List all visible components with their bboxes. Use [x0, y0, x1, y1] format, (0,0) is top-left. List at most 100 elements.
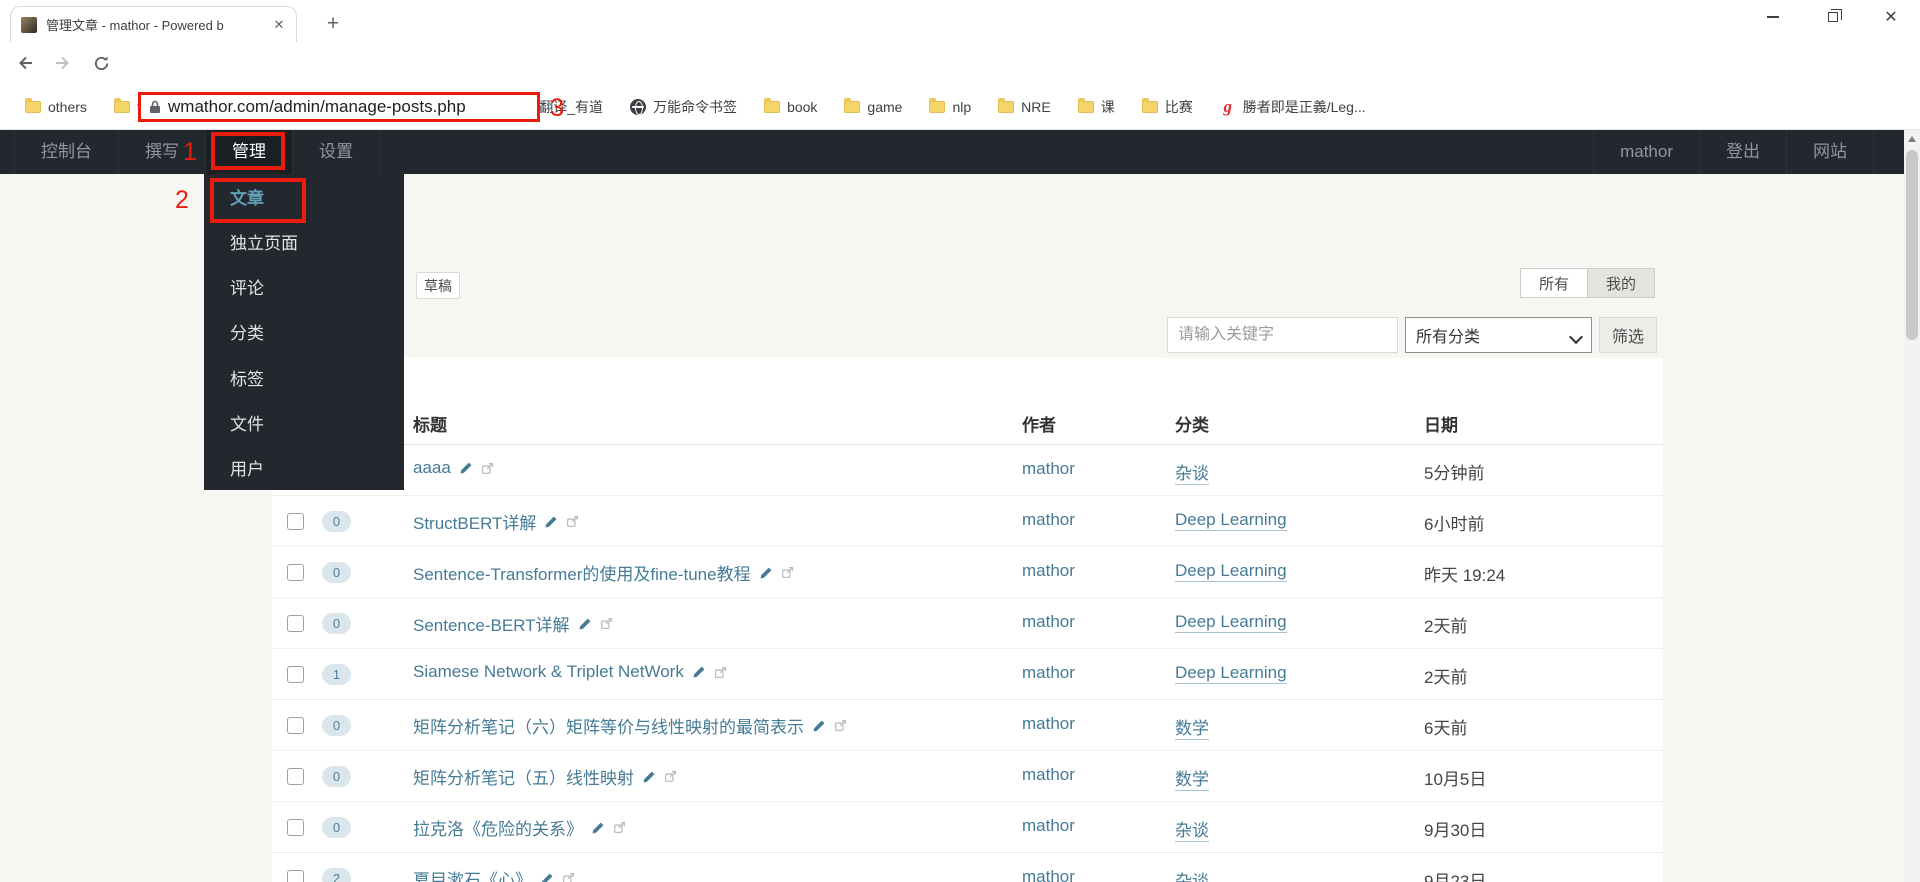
- external-link-icon[interactable]: [566, 515, 579, 528]
- draft-button[interactable]: 草稿: [416, 272, 460, 299]
- category-link[interactable]: Deep Learning: [1175, 561, 1287, 582]
- row-checkbox[interactable]: [287, 768, 304, 785]
- forward-icon[interactable]: [50, 50, 76, 76]
- admin-nav-item[interactable]: 登出: [1700, 130, 1787, 174]
- edit-icon[interactable]: [544, 515, 558, 529]
- external-link-icon[interactable]: [781, 566, 794, 579]
- dropdown-item[interactable]: 用户: [204, 445, 404, 490]
- comment-count-badge[interactable]: 1: [322, 664, 351, 685]
- filter-button[interactable]: 筛选: [1599, 317, 1657, 353]
- post-title-link[interactable]: Sentence-Transformer的使用及fine-tune教程: [413, 560, 751, 585]
- dropdown-item[interactable]: 文件: [204, 400, 404, 445]
- edit-icon[interactable]: [812, 719, 826, 733]
- post-title-link[interactable]: aaaa: [413, 458, 451, 478]
- keyword-search-input[interactable]: [1167, 317, 1398, 353]
- category-link[interactable]: 杂谈: [1175, 816, 1209, 842]
- bookmark-item[interactable]: others: [25, 97, 87, 115]
- dropdown-item[interactable]: 评论: [204, 264, 404, 309]
- post-title-link[interactable]: Sentence-BERT详解: [413, 611, 570, 636]
- external-link-icon[interactable]: [834, 719, 847, 732]
- row-checkbox[interactable]: [287, 717, 304, 734]
- edit-icon[interactable]: [459, 461, 473, 475]
- bookmark-item[interactable]: game: [844, 97, 902, 115]
- browser-tab[interactable]: 管理文章 - mathor - Powered b ✕: [10, 6, 297, 42]
- new-tab-button[interactable]: +: [320, 12, 346, 38]
- comment-count-badge[interactable]: 0: [322, 715, 351, 736]
- comment-count-badge[interactable]: 0: [322, 613, 351, 634]
- author-link[interactable]: mathor: [1022, 510, 1075, 530]
- comment-count-badge[interactable]: 0: [322, 511, 351, 532]
- comment-count-badge[interactable]: 0: [322, 817, 351, 838]
- post-title-link[interactable]: 夏目漱石《心》: [413, 866, 532, 882]
- scope-all-button[interactable]: 所有: [1520, 268, 1588, 298]
- category-link[interactable]: 数学: [1175, 765, 1209, 791]
- post-title-link[interactable]: 矩阵分析笔记（五）线性映射: [413, 764, 634, 789]
- admin-nav-item[interactable]: 控制台: [14, 130, 119, 174]
- row-checkbox[interactable]: [287, 819, 304, 836]
- author-link[interactable]: mathor: [1022, 714, 1075, 734]
- admin-nav-item[interactable]: mathor: [1593, 130, 1700, 174]
- dropdown-item[interactable]: 标签: [204, 355, 404, 400]
- external-link-icon[interactable]: [714, 666, 727, 679]
- scrollbar-up-arrow[interactable]: [1908, 136, 1916, 142]
- scope-mine-button[interactable]: 我的: [1587, 268, 1656, 298]
- back-icon[interactable]: [12, 50, 38, 76]
- row-checkbox[interactable]: [287, 615, 304, 632]
- author-link[interactable]: mathor: [1022, 459, 1075, 479]
- edit-icon[interactable]: [540, 872, 554, 882]
- edit-icon[interactable]: [578, 617, 592, 631]
- category-link[interactable]: Deep Learning: [1175, 663, 1287, 684]
- tab-close-icon[interactable]: ✕: [270, 16, 288, 34]
- edit-icon[interactable]: [759, 566, 773, 580]
- bookmark-item[interactable]: NRE: [998, 97, 1051, 115]
- row-checkbox[interactable]: [287, 666, 304, 683]
- url-annotation-box[interactable]: wmathor.com/admin/manage-posts.php: [138, 92, 540, 122]
- row-checkbox[interactable]: [287, 564, 304, 581]
- window-restore-button[interactable]: [1810, 0, 1856, 34]
- category-link[interactable]: Deep Learning: [1175, 612, 1287, 633]
- bookmark-item[interactable]: 比赛: [1141, 97, 1193, 117]
- scrollbar-thumb[interactable]: [1906, 150, 1918, 340]
- bookmark-item[interactable]: 万能命令书签: [630, 97, 737, 117]
- edit-icon[interactable]: [642, 770, 656, 784]
- edit-icon[interactable]: [591, 821, 605, 835]
- category-link[interactable]: 数学: [1175, 714, 1209, 740]
- comment-count-badge[interactable]: 0: [322, 766, 351, 787]
- external-link-icon[interactable]: [600, 617, 613, 630]
- comment-count-badge[interactable]: 2: [322, 868, 351, 882]
- category-select[interactable]: 所有分类: [1405, 317, 1592, 353]
- author-link[interactable]: mathor: [1022, 765, 1075, 785]
- author-link[interactable]: mathor: [1022, 561, 1075, 581]
- external-link-icon[interactable]: [562, 872, 575, 882]
- row-checkbox[interactable]: [287, 870, 304, 882]
- author-link[interactable]: mathor: [1022, 612, 1075, 632]
- window-minimize-button[interactable]: [1750, 0, 1796, 34]
- window-close-button[interactable]: ✕: [1868, 0, 1914, 34]
- bookmark-item[interactable]: book: [764, 97, 817, 115]
- post-title-link[interactable]: 拉克洛《危险的关系》: [413, 815, 583, 840]
- category-link[interactable]: 杂谈: [1175, 867, 1209, 882]
- comment-count-badge[interactable]: 0: [322, 562, 351, 583]
- author-link[interactable]: mathor: [1022, 816, 1075, 836]
- bookmark-item[interactable]: nlp: [929, 97, 971, 115]
- edit-icon[interactable]: [692, 665, 706, 679]
- reload-icon[interactable]: [88, 50, 114, 76]
- external-link-icon[interactable]: [613, 821, 626, 834]
- category-link[interactable]: Deep Learning: [1175, 510, 1287, 531]
- author-link[interactable]: mathor: [1022, 663, 1075, 683]
- external-link-icon[interactable]: [664, 770, 677, 783]
- bookmark-item[interactable]: 课: [1077, 97, 1115, 117]
- post-title-link[interactable]: 矩阵分析笔记（六）矩阵等价与线性映射的最简表示: [413, 713, 804, 738]
- post-title-link[interactable]: StructBERT详解: [413, 509, 536, 534]
- post-title-link[interactable]: Siamese Network & Triplet NetWork: [413, 662, 684, 682]
- dropdown-item[interactable]: 分类: [204, 309, 404, 354]
- author-link[interactable]: mathor: [1022, 867, 1075, 882]
- category-link[interactable]: 杂谈: [1175, 459, 1209, 485]
- admin-nav-item[interactable]: 网站: [1787, 130, 1874, 174]
- page-scrollbar[interactable]: [1904, 130, 1920, 882]
- external-link-icon[interactable]: [481, 462, 494, 475]
- dropdown-item[interactable]: 独立页面: [204, 219, 404, 264]
- bookmark-item[interactable]: g 勝者即是正義/Leg...: [1220, 97, 1365, 117]
- admin-nav-item[interactable]: 设置: [293, 130, 380, 174]
- row-checkbox[interactable]: [287, 513, 304, 530]
